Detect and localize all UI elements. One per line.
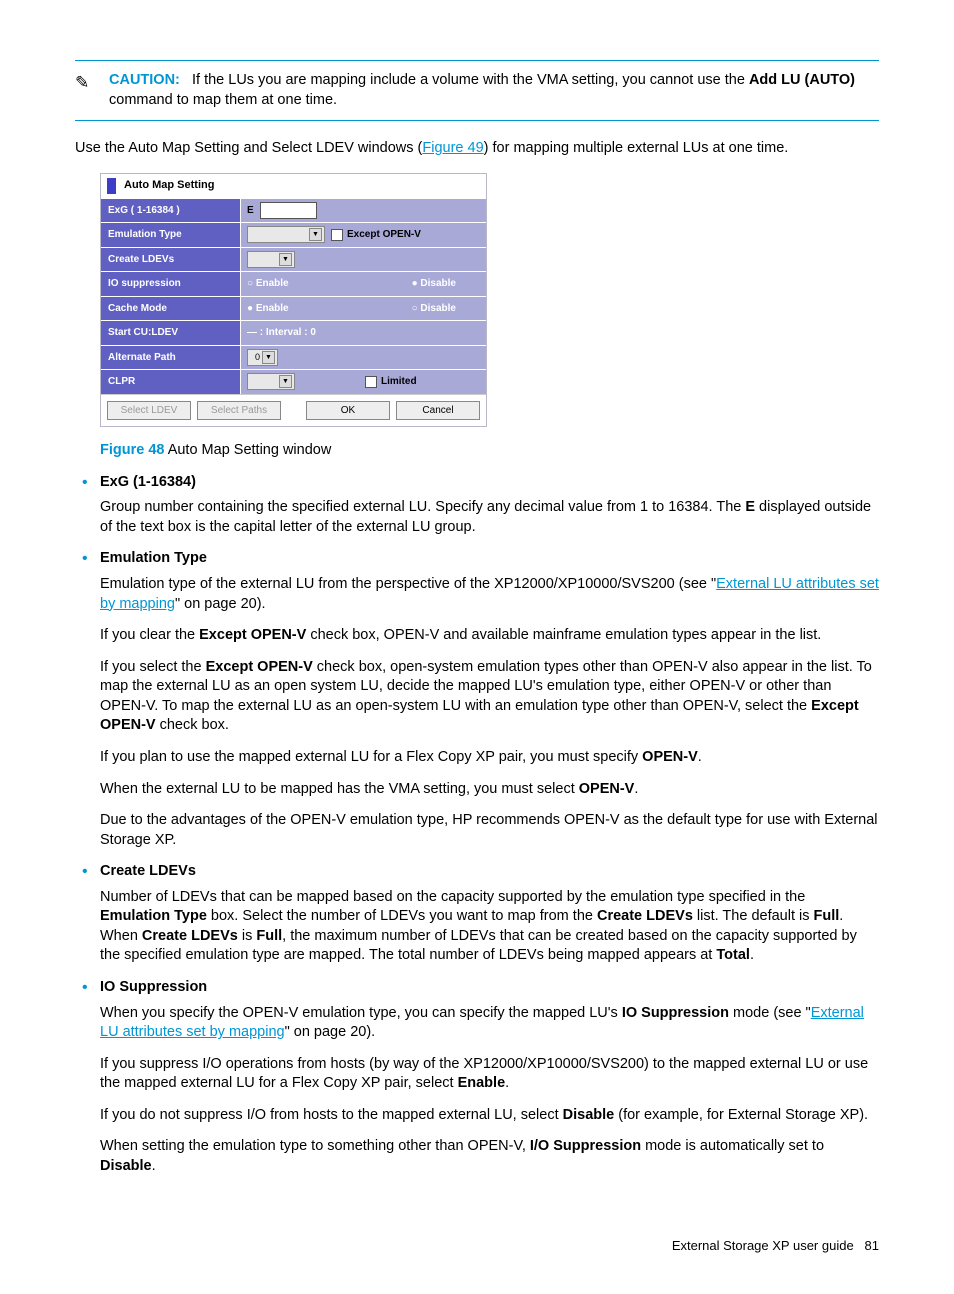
item-create-ldevs: Create LDEVs Number of LDEVs that can be… <box>100 862 879 966</box>
figure-49-link[interactable]: Figure 49 <box>422 140 483 156</box>
exg-prefix: E <box>247 204 254 218</box>
start-value: — : Interval : 0 <box>247 326 316 340</box>
auto-map-setting-window: Auto Map Setting ExG ( 1-16384 ) E Emula… <box>100 173 487 428</box>
label-exg: ExG ( 1-16384 ) <box>101 199 241 223</box>
caution-label: CAUTION: <box>109 72 180 88</box>
io-enable-radio[interactable]: Enable <box>247 277 289 291</box>
chevron-down-icon: ▼ <box>262 351 275 364</box>
figure-caption: Figure 48 Auto Map Setting window <box>100 441 879 461</box>
title-marker <box>107 178 116 194</box>
cancel-button[interactable]: Cancel <box>396 401 480 421</box>
cache-enable-radio[interactable]: Enable <box>247 302 289 316</box>
page-footer: External Storage XP user guide 81 <box>75 1237 879 1255</box>
cache-disable-radio[interactable]: Disable <box>412 302 456 316</box>
ok-button[interactable]: OK <box>306 401 390 421</box>
caution-text: CAUTION: If the LUs you are mapping incl… <box>109 71 879 110</box>
io-disable-radio[interactable]: Disable <box>412 277 456 291</box>
emulation-select[interactable]: ▼ <box>247 226 325 243</box>
except-openv-checkbox[interactable]: Except OPEN-V <box>331 228 421 242</box>
exg-input[interactable] <box>260 202 317 219</box>
caution-block: ✎ CAUTION: If the LUs you are mapping in… <box>75 60 879 121</box>
chevron-down-icon: ▼ <box>279 253 292 266</box>
limited-checkbox[interactable]: Limited <box>365 375 417 389</box>
item-emulation-type: Emulation Type Emulation type of the ext… <box>100 549 879 850</box>
label-start-culdev: Start CU:LDEV <box>101 321 241 345</box>
chevron-down-icon: ▼ <box>309 228 322 241</box>
chevron-down-icon: ▼ <box>279 375 292 388</box>
label-clpr: CLPR <box>101 370 241 394</box>
alternate-path-select[interactable]: 0▼ <box>247 349 278 366</box>
label-create-ldevs: Create LDEVs <box>101 248 241 272</box>
item-exg: ExG (1-16384) Group number containing th… <box>100 473 879 538</box>
label-io-suppression: IO suppression <box>101 272 241 296</box>
create-ldevs-select[interactable]: ▼ <box>247 251 295 268</box>
item-io-suppression: IO Suppression When you specify the OPEN… <box>100 978 879 1177</box>
caution-icon: ✎ <box>75 71 109 110</box>
label-emulation: Emulation Type <box>101 223 241 247</box>
label-alternate-path: Alternate Path <box>101 346 241 370</box>
select-ldev-button[interactable]: Select LDEV <box>107 401 191 421</box>
intro-paragraph: Use the Auto Map Setting and Select LDEV… <box>75 139 879 159</box>
window-title: Auto Map Setting <box>124 178 214 193</box>
clpr-select[interactable]: ▼ <box>247 373 295 390</box>
definition-list: ExG (1-16384) Group number containing th… <box>75 473 879 1177</box>
label-cache-mode: Cache Mode <box>101 297 241 321</box>
select-paths-button[interactable]: Select Paths <box>197 401 281 421</box>
window-titlebar: Auto Map Setting <box>101 174 486 198</box>
